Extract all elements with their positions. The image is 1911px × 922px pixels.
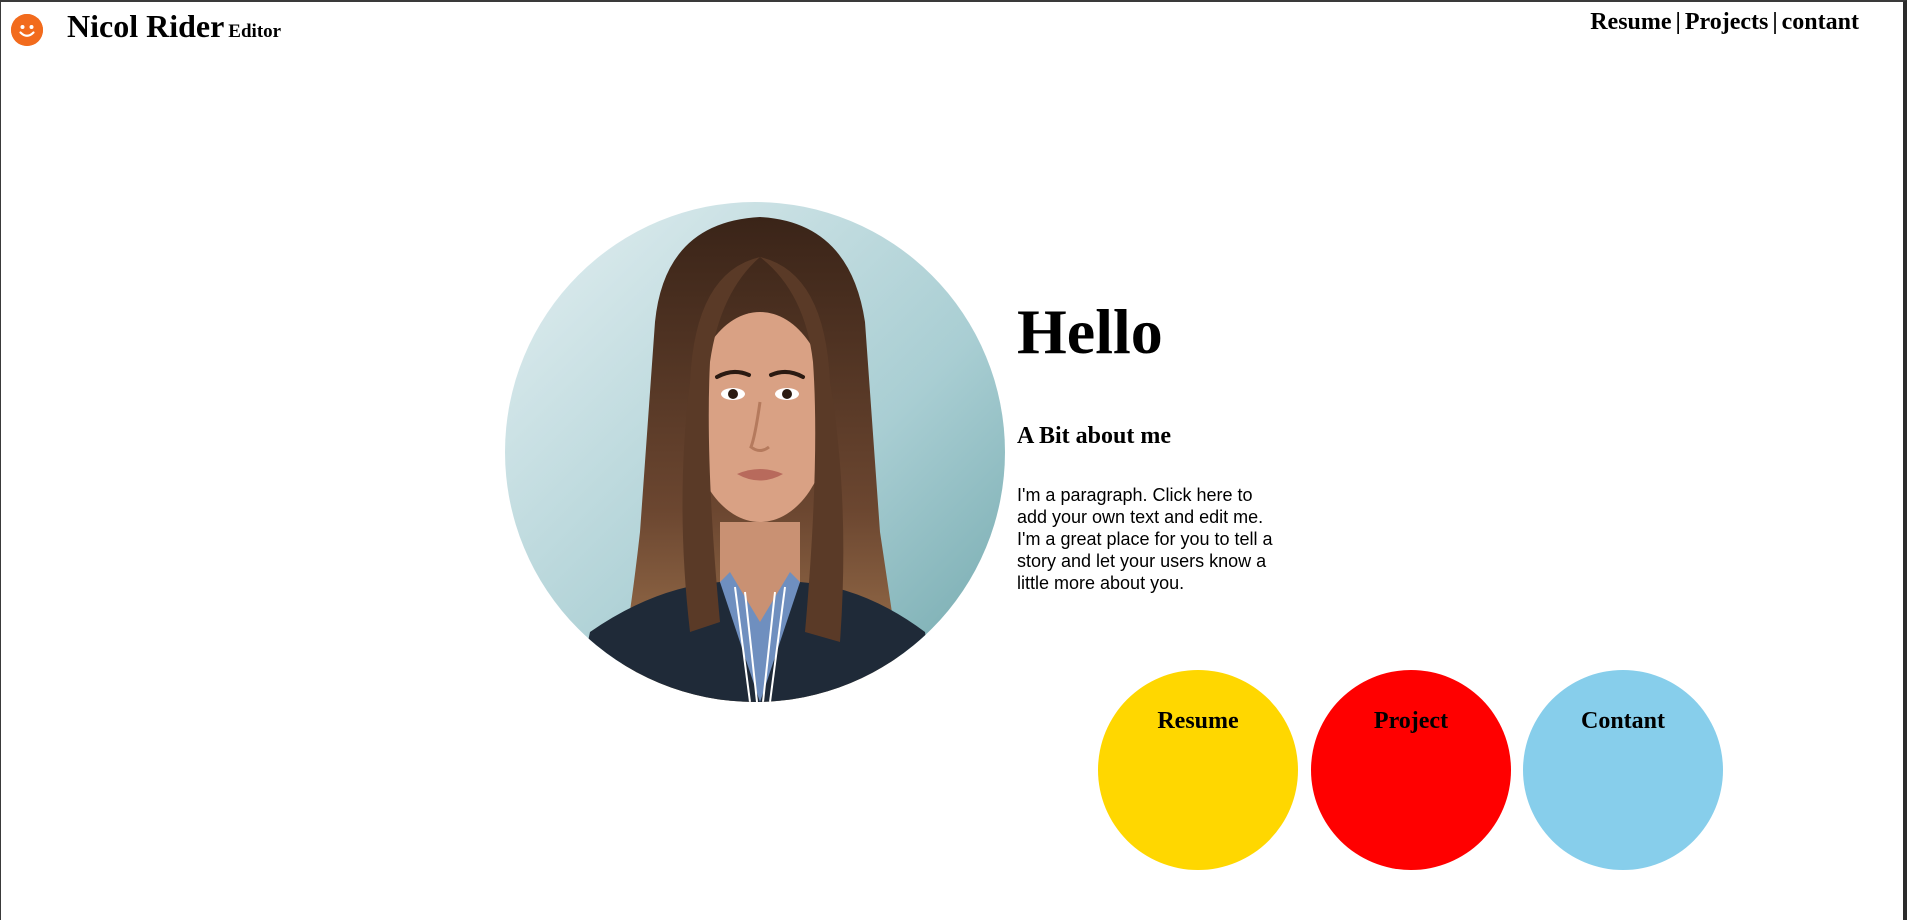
nav-separator: | [1675,9,1681,35]
top-nav: Resume | Projects | contant [1590,9,1859,36]
project-card-label: Project [1373,708,1449,734]
smiley-icon[interactable] [11,14,43,46]
profile-photo [505,202,1005,702]
site-title[interactable]: Nicol Rider Editor [67,8,281,45]
about-paragraph: I'm a paragraph. Click here to add your … [1017,485,1273,593]
nav-resume-link[interactable]: Resume [1590,9,1671,35]
project-card-button[interactable]: Project [1311,670,1511,870]
hero-greeting: Hello [1017,296,1163,367]
resume-card-label: Resume [1157,708,1239,734]
contant-card-button[interactable]: Contant [1523,670,1723,870]
resume-card-button[interactable]: Resume [1098,670,1298,870]
nav-contact-link[interactable]: contant [1782,9,1859,35]
nav-separator: | [1772,9,1778,35]
contant-card-label: Contant [1580,708,1665,734]
about-heading: A Bit about me [1017,423,1172,449]
nav-projects-link[interactable]: Projects [1685,9,1769,35]
site-name: Nicol Rider [67,8,225,44]
site-role: Editor [228,21,282,42]
